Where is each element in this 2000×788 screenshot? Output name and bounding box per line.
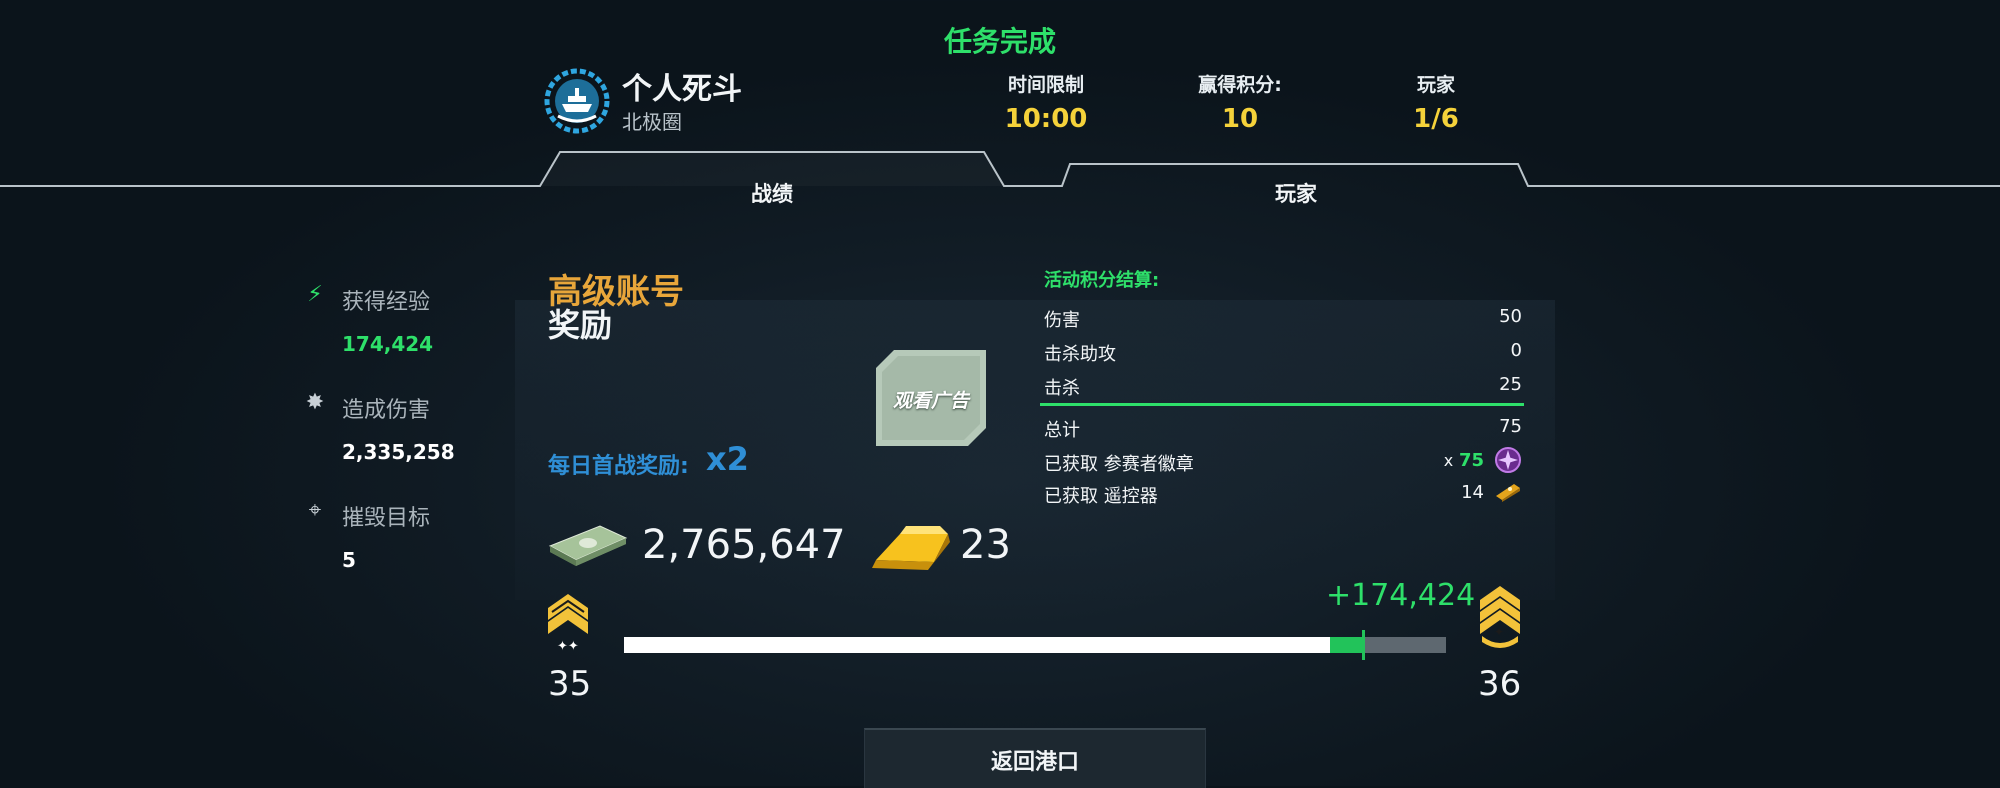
event-row-label: 击杀 xyxy=(1044,378,1080,399)
targets-destroyed-value: 5 xyxy=(342,548,356,572)
xp-progress-fill xyxy=(624,637,1330,653)
xp-progress-marker xyxy=(1362,630,1365,660)
svg-text:✦: ✦ xyxy=(1494,625,1504,639)
xp-progress-gain xyxy=(1330,637,1364,653)
obtained-remote-count: 14 xyxy=(1461,482,1484,503)
gold-reward-value: 23 xyxy=(960,522,1011,568)
explosion-icon: ✸ xyxy=(305,390,325,415)
rank-insignia-current-icon: ✦✦ xyxy=(548,594,588,654)
return-to-port-label: 返回港口 xyxy=(990,750,1079,775)
next-rank: 36 xyxy=(1478,664,1522,704)
rewards-label: 奖励 xyxy=(548,306,613,344)
tab-bar-outline xyxy=(0,151,2000,187)
event-total-label: 总计 xyxy=(1044,420,1080,441)
xp-gained-label: 获得经验 xyxy=(342,290,431,315)
event-points-title: 活动积分结算: xyxy=(1044,270,1160,291)
gold-bar-icon xyxy=(872,526,950,570)
obtained-remote-label: 已获取 遥控器 xyxy=(1044,486,1158,507)
event-points-divider xyxy=(1040,403,1524,406)
event-row-value: 0 xyxy=(1510,340,1522,361)
obtained-badge-label: 已获取 参赛者徽章 xyxy=(1044,454,1194,475)
return-to-port-button[interactable]: 返回港口 xyxy=(864,728,1206,788)
count-prefix: x xyxy=(1443,451,1454,470)
tab-battle-stats[interactable]: 战绩 xyxy=(622,178,922,208)
cash-reward-value: 2,765,647 xyxy=(642,522,846,568)
lightning-icon: ⚡ xyxy=(307,282,323,307)
watch-ad-button[interactable]: 观看广告 xyxy=(876,350,986,446)
cash-stack-icon xyxy=(548,525,628,566)
badge-icon xyxy=(1495,447,1521,473)
tab-players[interactable]: 玩家 xyxy=(1146,178,1446,208)
current-rank: 35 xyxy=(548,664,592,704)
xp-gained-value: 174,424 xyxy=(342,332,434,356)
daily-first-win-label: 每日首战奖励: xyxy=(548,454,689,479)
targets-destroyed-label: 摧毁目标 xyxy=(342,506,431,531)
event-row-label: 击杀助攻 xyxy=(1044,344,1116,365)
svg-text:✦✦: ✦✦ xyxy=(557,639,579,654)
obtained-badge-count: x 75 xyxy=(1444,450,1484,471)
daily-first-win-multiplier: x2 xyxy=(706,440,749,478)
damage-dealt-value: 2,335,258 xyxy=(342,440,455,464)
count-value: 75 xyxy=(1458,450,1484,471)
rank-insignia-next-icon: ✦ xyxy=(1480,586,1520,648)
event-row-value: 50 xyxy=(1499,306,1522,327)
damage-dealt-label: 造成伤害 xyxy=(342,398,431,423)
xp-gain-value: +174,424 xyxy=(1326,578,1476,613)
crosshair-icon: ⌖ xyxy=(308,498,322,523)
event-total-value: 75 xyxy=(1499,416,1522,437)
event-row-label: 伤害 xyxy=(1044,310,1080,331)
remote-icon xyxy=(1496,484,1520,502)
watch-ad-label: 观看广告 xyxy=(892,390,969,412)
event-row-value: 25 xyxy=(1499,374,1522,395)
